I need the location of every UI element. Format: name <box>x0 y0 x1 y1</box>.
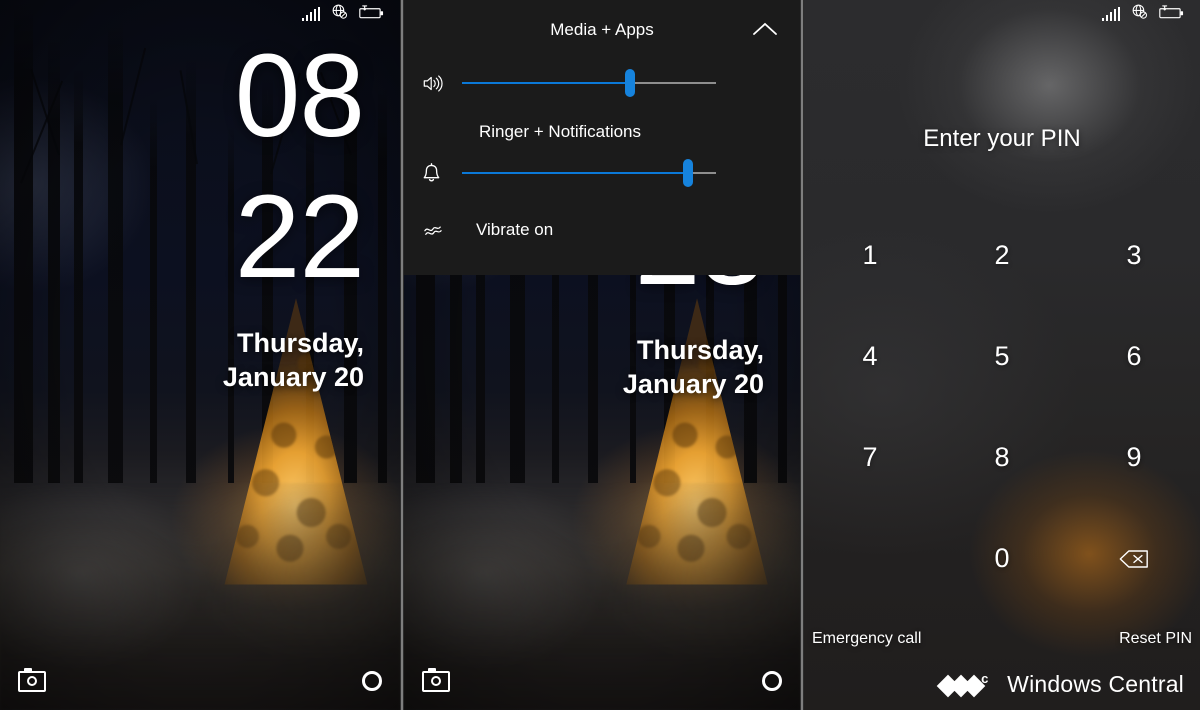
slider-fill <box>462 172 689 174</box>
lockscreen-date: Thursday, January 20 <box>223 326 364 395</box>
pin-keypad: 1 2 3 4 5 6 7 8 9 0 <box>804 205 1200 609</box>
screenshot-stage: 08 22 Thursday, January 20 Thursday, Jan… <box>0 0 1200 710</box>
pin-footer-links: Emergency call Reset PIN <box>804 630 1200 648</box>
key-6[interactable]: 6 <box>1068 306 1200 407</box>
media-volume-row <box>404 60 800 106</box>
key-7[interactable]: 7 <box>804 407 936 508</box>
ringer-volume-row <box>404 150 800 196</box>
slider-thumb[interactable] <box>683 159 694 187</box>
battery-charging-icon <box>359 4 385 25</box>
backspace-icon[interactable] <box>1068 508 1200 609</box>
globe-no-connection-icon <box>331 3 348 25</box>
lockscreen-date-mid: Thursday, January 20 <box>623 333 764 402</box>
lockscreen-volume-panel: 23 Thursday, January 20 Media + Apps <box>404 0 800 710</box>
volume-overlay-title: Media + Apps <box>550 20 654 39</box>
key-4[interactable]: 4 <box>804 306 936 407</box>
key-blank <box>804 508 936 609</box>
globe-no-connection-icon <box>1131 3 1148 25</box>
lockscreen-bottom-bar-mid <box>404 652 800 710</box>
chevron-up-icon[interactable] <box>748 16 782 46</box>
pin-entry-panel: Enter your PIN 1 2 3 4 5 6 7 8 9 0 Emerg… <box>804 0 1200 710</box>
watermark-brand-text: Windows Central <box>1007 671 1184 697</box>
date-monthday: January 20 <box>222 362 364 393</box>
key-5[interactable]: 5 <box>936 306 1068 407</box>
media-volume-slider[interactable] <box>462 68 716 98</box>
lockscreen-panel: 08 22 Thursday, January 20 <box>0 0 400 710</box>
panel-divider-left <box>400 0 404 710</box>
circle-dot-icon[interactable] <box>362 671 382 691</box>
bell-icon <box>422 162 462 184</box>
vibrate-toggle-row[interactable]: Vibrate on <box>404 206 800 254</box>
key-3[interactable]: 3 <box>1068 205 1200 306</box>
pin-prompt-title: Enter your PIN <box>923 125 1081 152</box>
key-9[interactable]: 9 <box>1068 407 1200 508</box>
ringer-volume-slider[interactable] <box>462 158 716 188</box>
logo-superscript: c <box>981 670 989 686</box>
date-weekday: Thursday, <box>236 327 364 358</box>
key-8[interactable]: 8 <box>936 407 1068 508</box>
date-weekday-mid: Thursday, <box>636 334 764 365</box>
vibrate-label: Vibrate on <box>476 220 554 239</box>
key-1[interactable]: 1 <box>804 205 936 306</box>
slider-thumb[interactable] <box>624 69 635 97</box>
slider-fill <box>462 82 630 84</box>
reset-pin-link[interactable]: Reset PIN <box>1119 630 1192 648</box>
speaker-volume-icon <box>422 74 462 93</box>
circle-dot-icon[interactable] <box>762 671 782 691</box>
emergency-call-link[interactable]: Emergency call <box>812 630 921 648</box>
vibrate-icon <box>422 219 462 242</box>
panel-divider-right <box>800 0 804 710</box>
key-0[interactable]: 0 <box>936 508 1068 609</box>
volume-overlay-header: Media + Apps <box>404 0 800 60</box>
lockscreen-bottom-bar <box>0 652 400 710</box>
signal-bars-icon <box>1101 6 1120 21</box>
key-2[interactable]: 2 <box>936 205 1068 306</box>
lockscreen-clock: 08 22 Thursday, January 20 <box>223 30 365 395</box>
ringer-section-label: Ringer + Notifications <box>478 122 642 141</box>
status-bar-pin <box>804 0 1200 28</box>
camera-icon[interactable] <box>18 667 46 692</box>
windows-central-watermark: c Windows Central <box>936 670 1184 698</box>
volume-overlay: Media + Apps Ringer + Notifications Vibr… <box>404 0 800 275</box>
date-monthday-mid: January 20 <box>622 369 764 400</box>
status-bar <box>0 0 400 28</box>
clock-hours: 08 <box>234 30 365 162</box>
camera-icon[interactable] <box>422 667 450 692</box>
battery-charging-icon <box>1159 4 1185 25</box>
clock-minutes: 22 <box>234 170 365 303</box>
windows-central-logo-icon: c <box>936 670 996 698</box>
signal-bars-icon <box>301 6 320 21</box>
